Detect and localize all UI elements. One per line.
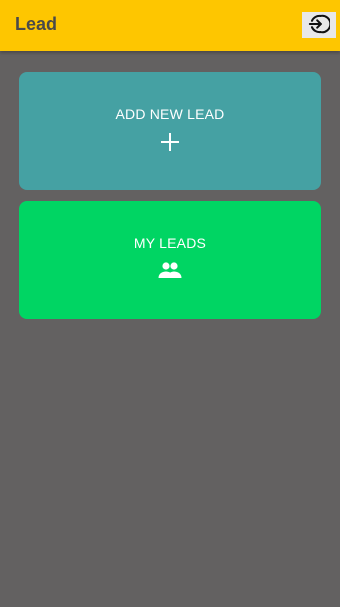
plus-icon [160,132,180,152]
app-screen: Lead ADD NEW LEAD MY LEADS [0,0,340,607]
my-leads-label: MY LEADS [133,235,207,251]
my-leads-card[interactable]: MY LEADS [19,201,321,319]
people-icon [158,261,182,279]
add-new-lead-label: ADD NEW LEAD [115,106,225,122]
logout-button[interactable] [302,12,336,38]
logout-icon [308,13,332,38]
app-bar: Lead [0,0,340,51]
app-title: Lead [15,14,58,34]
add-new-lead-card[interactable]: ADD NEW LEAD [19,72,321,190]
